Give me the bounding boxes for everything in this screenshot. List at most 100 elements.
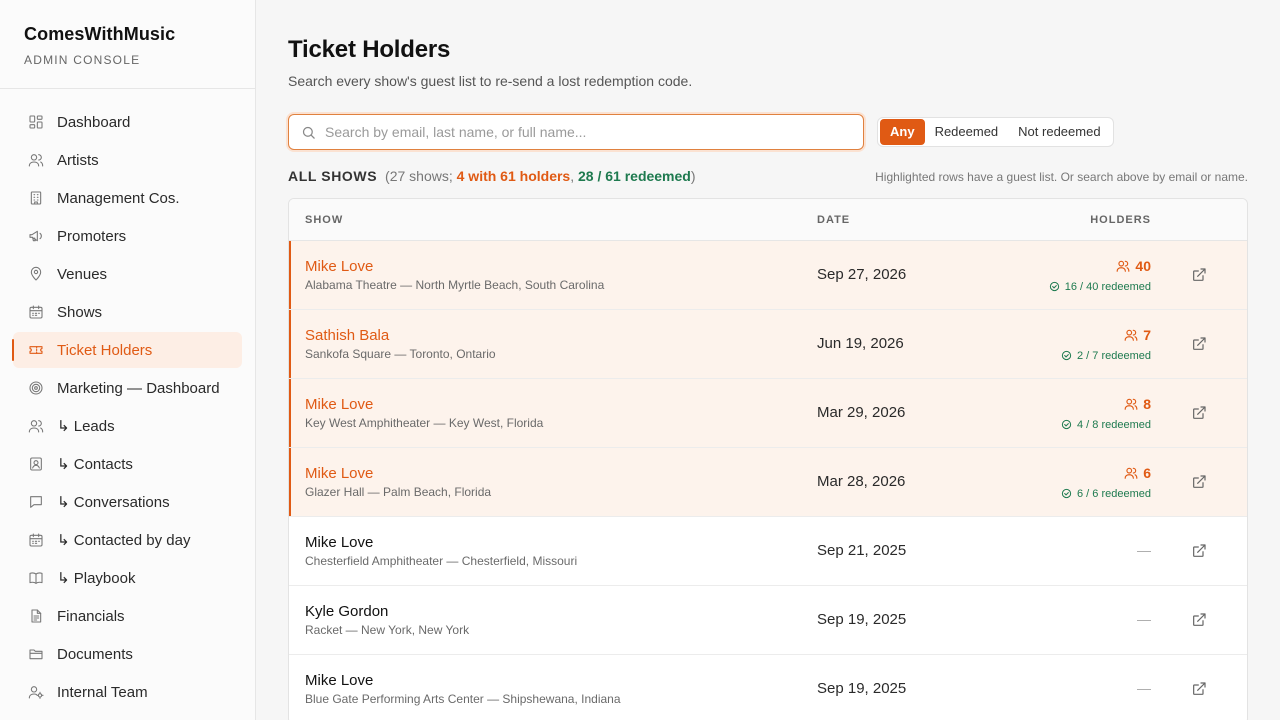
date-cell: Mar 28, 2026 [817, 473, 997, 491]
external-link-icon[interactable] [1191, 267, 1207, 283]
calendar-icon [28, 304, 44, 320]
check-circle-icon [1061, 419, 1072, 430]
show-venue: Glazer Hall — Palm Beach, Florida [305, 485, 492, 499]
sidebar-item-marketing-dashboard[interactable]: Marketing — Dashboard [13, 370, 242, 406]
sidebar-item-management-cos[interactable]: Management Cos. [13, 180, 242, 216]
map-pin-icon [28, 266, 44, 282]
link-cell [1151, 267, 1247, 283]
redeemed-text: 4 / 8 redeemed [1077, 418, 1151, 431]
table-row[interactable]: Kyle Gordon Racket — New York, New York Se… [289, 586, 1247, 655]
show-title: Mike Love [305, 396, 374, 413]
show-date: Sep 27, 2026 [817, 266, 907, 283]
sidebar: ComesWithMusic ADMIN CONSOLE Dashboard Ar… [0, 0, 256, 720]
sidebar-item-contacted-by-day[interactable]: ↳ Contacted by day [13, 522, 242, 558]
people-icon [1124, 398, 1138, 410]
filter-not-redeemed[interactable]: Not redeemed [1008, 119, 1110, 145]
show-cell: Mike Love Key West Amphitheater — Key Wes… [289, 396, 817, 430]
filter-redeemed[interactable]: Redeemed [925, 119, 1009, 145]
check-circle-icon [1061, 350, 1072, 361]
header-date: DATE [817, 213, 851, 226]
show-date: Sep 19, 2025 [817, 611, 907, 628]
sidebar-item-documents[interactable]: Documents [13, 636, 242, 672]
people-icon [1124, 467, 1138, 479]
table-row[interactable]: Mike Love Chesterfield Amphitheater — Che… [289, 517, 1247, 586]
holders-empty: — [1137, 542, 1151, 558]
table-body: Mike Love Alabama Theatre — North Myrtle … [289, 241, 1247, 720]
holders-count: 7 [1124, 327, 1151, 343]
search-input[interactable] [289, 115, 863, 149]
summary-heading: ALL SHOWS [288, 168, 378, 184]
date-cell: Mar 29, 2026 [817, 404, 997, 422]
sidebar-item-promoters[interactable]: Promoters [13, 218, 242, 254]
sidebar-item-label: Artists [57, 151, 99, 169]
sidebar-item-label: Dashboard [57, 113, 131, 131]
holders-value: 8 [1143, 395, 1151, 412]
external-link-icon[interactable] [1191, 405, 1207, 421]
external-link-icon[interactable] [1191, 336, 1207, 352]
sidebar-item-conversations[interactable]: ↳ Conversations [13, 484, 242, 520]
table-row[interactable]: Mike Love Blue Gate Performing Arts Cente… [289, 655, 1247, 720]
sidebar-item-label: Shows [57, 303, 103, 321]
sidebar-item-label: ↳ Contacts [57, 456, 133, 473]
external-link-icon[interactable] [1191, 474, 1207, 490]
search-box [288, 114, 864, 150]
users-icon [28, 152, 44, 168]
filter-any[interactable]: Any [880, 119, 925, 145]
redeemed-status: 4 / 8 redeemed [997, 419, 1151, 431]
show-title: Mike Love [305, 534, 374, 551]
sidebar-item-label: Documents [57, 645, 133, 663]
check-circle-icon [1061, 488, 1072, 499]
link-cell [1151, 543, 1247, 559]
external-link-icon[interactable] [1191, 543, 1207, 559]
sidebar-item-dashboard[interactable]: Dashboard [13, 104, 242, 140]
sidebar-item-internal-team[interactable]: Internal Team [13, 674, 242, 710]
table-row[interactable]: Mike Love Glazer Hall — Palm Beach, Flori… [289, 448, 1247, 517]
external-link-icon[interactable] [1191, 681, 1207, 697]
table-row[interactable]: Sathish Bala Sankofa Square — Toronto, On… [289, 310, 1247, 379]
sidebar-item-label: Venues [57, 265, 108, 283]
sidebar-item-playbook[interactable]: ↳ Playbook [13, 560, 242, 596]
controls-bar: AnyRedeemedNot redeemed [288, 114, 1248, 150]
show-cell: Mike Love Blue Gate Performing Arts Cente… [289, 672, 817, 706]
target-icon [28, 380, 44, 396]
sidebar-item-leads[interactable]: ↳ Leads [13, 408, 242, 444]
external-link-icon[interactable] [1191, 612, 1207, 628]
sidebar-item-contacts[interactable]: ↳ Contacts [13, 446, 242, 482]
holders-count: 8 [1124, 396, 1151, 412]
redeemed-status: 6 / 6 redeemed [997, 488, 1151, 500]
sidebar-item-label: ↳ Playbook [57, 570, 136, 587]
sidebar-item-label: Marketing — Dashboard [57, 379, 220, 397]
date-cell: Sep 19, 2025 [817, 680, 997, 698]
sidebar-item-shows[interactable]: Shows [13, 294, 242, 330]
summary-close: ) [690, 168, 696, 184]
holders-cell: — [997, 680, 1151, 698]
sidebar-item-financials[interactable]: Financials [13, 598, 242, 634]
file-text-icon [28, 608, 44, 624]
show-title: Mike Love [305, 465, 374, 482]
redeemed-text: 6 / 6 redeemed [1077, 487, 1151, 500]
show-title: Sathish Bala [305, 327, 390, 344]
sidebar-item-label: ↳ Contacted by day [57, 532, 191, 549]
show-date: Jun 19, 2026 [817, 335, 904, 352]
show-venue: Blue Gate Performing Arts Center — Ships… [305, 692, 621, 706]
summary-hint: Highlighted rows have a guest list. Or s… [875, 170, 1248, 184]
sidebar-item-artists[interactable]: Artists [13, 142, 242, 178]
sidebar-item-venues[interactable]: Venues [13, 256, 242, 292]
show-title: Mike Love [305, 672, 374, 689]
link-cell [1151, 474, 1247, 490]
show-venue: Key West Amphitheater — Key West, Florid… [305, 416, 544, 430]
sidebar-item-label: ↳ Leads [57, 418, 115, 435]
summary-open: (27 shows; [385, 168, 457, 184]
holders-empty: — [1137, 680, 1151, 696]
holders-cell: 7 2 / 7 redeemed [997, 327, 1151, 362]
sidebar-item-label: Management Cos. [57, 189, 180, 207]
link-cell [1151, 405, 1247, 421]
show-cell: Sathish Bala Sankofa Square — Toronto, On… [289, 327, 817, 361]
ticket-icon [28, 342, 44, 358]
table-row[interactable]: Mike Love Alabama Theatre — North Myrtle … [289, 241, 1247, 310]
table-row[interactable]: Mike Love Key West Amphitheater — Key Wes… [289, 379, 1247, 448]
sidebar-item-ticket-holders[interactable]: Ticket Holders [12, 332, 242, 368]
show-cell: Mike Love Glazer Hall — Palm Beach, Flori… [289, 465, 817, 499]
check-circle-icon [1049, 281, 1059, 292]
summary-with-holders: 4 with 61 holders [456, 168, 571, 184]
